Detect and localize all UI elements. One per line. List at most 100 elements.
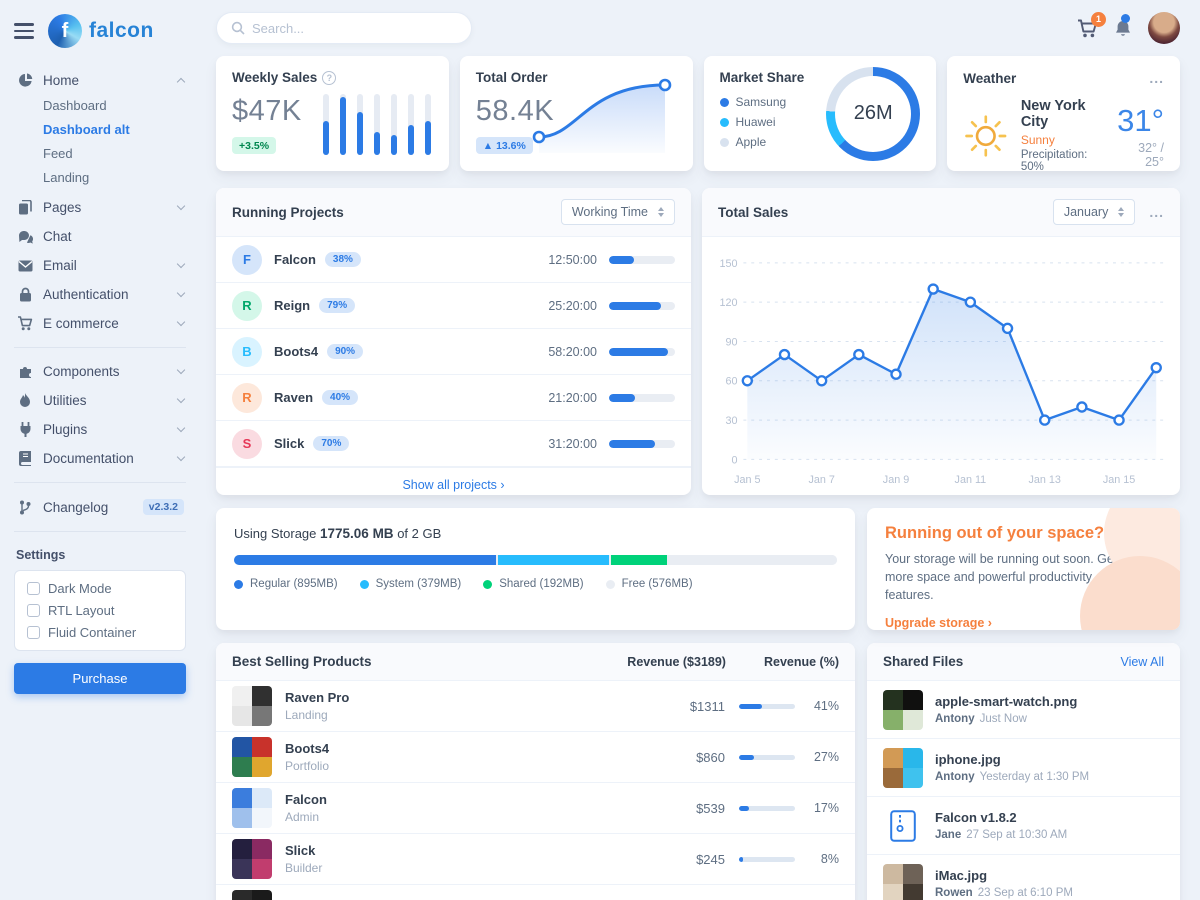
col-revenue: Revenue ($3189) bbox=[627, 655, 726, 669]
dark-mode-toggle[interactable]: Dark Mode bbox=[27, 581, 173, 596]
project-row-falcon[interactable]: F Falcon 38% 12:50:00 bbox=[216, 237, 691, 283]
notifications-button[interactable] bbox=[1114, 19, 1132, 38]
project-row-slick[interactable]: S Slick 70% 31:20:00 bbox=[216, 421, 691, 467]
project-row-reign[interactable]: R Reign 79% 25:20:00 bbox=[216, 283, 691, 329]
storage-used: 1775.06 MB bbox=[320, 526, 394, 541]
card-title: Weekly Sales bbox=[232, 70, 317, 85]
fluid-container-toggle[interactable]: Fluid Container bbox=[27, 625, 173, 640]
weather-card: Weather ... New York City Sunny Precipit… bbox=[947, 56, 1180, 171]
weather-city: New York City bbox=[1021, 98, 1105, 130]
purchase-button[interactable]: Purchase bbox=[14, 663, 186, 694]
card-title: Weather bbox=[963, 71, 1016, 86]
sidebar-item-plugins[interactable]: Plugins bbox=[14, 415, 186, 444]
weekly-sales-card: Weekly Sales ? $47K +3.5% bbox=[216, 56, 449, 171]
project-row-boots4[interactable]: B Boots4 90% 58:20:00 bbox=[216, 329, 691, 375]
upgrade-storage-card: Running out of your space? Your storage … bbox=[867, 508, 1180, 630]
search-input[interactable] bbox=[252, 21, 457, 36]
sidebar-item-documentation[interactable]: Documentation bbox=[14, 444, 186, 473]
cart-button[interactable]: 1 bbox=[1077, 19, 1098, 38]
sidebar-item-chat[interactable]: Chat bbox=[14, 222, 186, 251]
working-time-select[interactable]: Working Time bbox=[561, 199, 675, 225]
product-row-raven-pro[interactable]: Raven ProLanding $131141% bbox=[216, 681, 855, 732]
legend-item: Shared (192MB) bbox=[483, 578, 583, 590]
search-box[interactable] bbox=[216, 12, 472, 44]
checkbox-icon[interactable] bbox=[27, 626, 40, 639]
product-row-falcon[interactable]: FalconAdmin $53917% bbox=[216, 783, 855, 834]
progress-bar bbox=[609, 348, 675, 356]
sidebar-item-home[interactable]: Home bbox=[14, 66, 186, 95]
progress-bar bbox=[609, 394, 675, 402]
file-row-iphone[interactable]: iphone.jpg AntonyYesterday at 1:30 PM bbox=[867, 739, 1180, 797]
file-row-imac[interactable]: iMac.jpg Rowen23 Sep at 6:10 PM bbox=[867, 855, 1180, 900]
user-avatar[interactable] bbox=[1148, 12, 1180, 44]
puzzle-icon bbox=[16, 364, 34, 379]
checkbox-icon[interactable] bbox=[27, 582, 40, 595]
revenue-bar bbox=[739, 755, 795, 760]
legend-dot bbox=[720, 98, 729, 107]
weekly-sales-bar-chart bbox=[323, 94, 431, 155]
progress-bar bbox=[609, 440, 675, 448]
legend-item: Free (576MB) bbox=[606, 578, 693, 590]
total-sales-chart: 0306090120150Jan 5Jan 7Jan 9Jan 11Jan 13… bbox=[702, 237, 1180, 498]
product-thumbnail bbox=[232, 839, 272, 879]
hamburger-menu-icon[interactable] bbox=[14, 23, 34, 39]
more-options-icon[interactable]: ... bbox=[1149, 204, 1164, 220]
file-thumbnail bbox=[883, 748, 923, 788]
chevron-down-icon bbox=[177, 260, 185, 268]
sidebar-header: f falcon bbox=[14, 14, 186, 48]
product-thumbnail bbox=[232, 737, 272, 777]
sidebar-item-feed[interactable]: Feed bbox=[43, 141, 186, 165]
sidebar-item-label: Changelog bbox=[43, 500, 134, 515]
plug-icon bbox=[16, 422, 34, 437]
storage-row: Using Storage 1775.06 MB of 2 GB Regular… bbox=[216, 508, 1180, 630]
project-avatar: S bbox=[232, 429, 262, 459]
project-row-raven[interactable]: R Raven 40% 21:20:00 bbox=[216, 375, 691, 421]
product-row-boots4[interactable]: Boots4Portfolio $86027% bbox=[216, 732, 855, 783]
shared-files-card: Shared Files View All apple-smart-watch.… bbox=[867, 643, 1180, 900]
col-revenue-pct: Revenue (%) bbox=[764, 655, 839, 669]
help-icon[interactable]: ? bbox=[322, 71, 336, 85]
sun-icon bbox=[963, 110, 1009, 162]
sidebar-nav: Home Dashboard Dashboard alt Feed Landin… bbox=[14, 66, 186, 532]
file-row-falcon-zip[interactable]: Falcon v1.8.2 Jane27 Sep at 10:30 AM bbox=[867, 797, 1180, 855]
chevron-down-icon bbox=[177, 318, 185, 326]
file-thumbnail bbox=[883, 690, 923, 730]
rtl-layout-toggle[interactable]: RTL Layout bbox=[27, 603, 173, 618]
divider bbox=[14, 347, 186, 348]
sidebar-item-pages[interactable]: Pages bbox=[14, 193, 186, 222]
sidebar-item-changelog[interactable]: Changelog v2.3.2 bbox=[14, 492, 186, 522]
progress-badge: 79% bbox=[319, 298, 355, 313]
sidebar-item-label: Documentation bbox=[43, 451, 169, 466]
sidebar-item-dashboard-alt[interactable]: Dashboard alt bbox=[43, 117, 186, 141]
sidebar-item-authentication[interactable]: Authentication bbox=[14, 280, 186, 309]
storage-usage-bar bbox=[234, 555, 837, 565]
upgrade-storage-link[interactable]: Upgrade storage › bbox=[885, 616, 992, 630]
sidebar-item-ecommerce[interactable]: E commerce bbox=[14, 309, 186, 338]
sidebar-item-utilities[interactable]: Utilities bbox=[14, 386, 186, 415]
product-thumbnail bbox=[232, 788, 272, 828]
file-time: 23 Sep at 6:10 PM bbox=[978, 887, 1073, 899]
show-all-projects-link[interactable]: Show all projects › bbox=[402, 478, 504, 492]
chat-icon bbox=[16, 230, 34, 244]
more-options-icon[interactable]: ... bbox=[1149, 70, 1164, 86]
view-all-link[interactable]: View All bbox=[1120, 655, 1164, 669]
weather-precipitation: Precipitation: 50% bbox=[1021, 149, 1105, 173]
sidebar-item-dashboard[interactable]: Dashboard bbox=[43, 93, 186, 117]
file-row-apple-smart-watch[interactable]: apple-smart-watch.png AntonyJust Now bbox=[867, 681, 1180, 739]
notification-dot bbox=[1121, 14, 1130, 23]
sidebar: f falcon Home Dashboard Dashboard alt Fe… bbox=[0, 0, 200, 900]
progress-badge: 90% bbox=[327, 344, 363, 359]
month-select[interactable]: January bbox=[1053, 199, 1135, 225]
legend-dot bbox=[720, 138, 729, 147]
project-avatar: F bbox=[232, 245, 262, 275]
storage-legend: Regular (895MB) System (379MB) Shared (1… bbox=[234, 578, 837, 590]
storage-seg-system bbox=[498, 555, 609, 565]
checkbox-icon[interactable] bbox=[27, 604, 40, 617]
sidebar-item-email[interactable]: Email bbox=[14, 251, 186, 280]
product-row-slick[interactable]: SlickBuilder $2458% bbox=[216, 834, 855, 885]
brand-logo[interactable]: f falcon bbox=[48, 14, 154, 48]
card-title: Running Projects bbox=[232, 205, 344, 220]
product-row-partial[interactable] bbox=[216, 885, 855, 900]
sidebar-item-components[interactable]: Components bbox=[14, 357, 186, 386]
sidebar-item-landing[interactable]: Landing bbox=[43, 165, 186, 189]
